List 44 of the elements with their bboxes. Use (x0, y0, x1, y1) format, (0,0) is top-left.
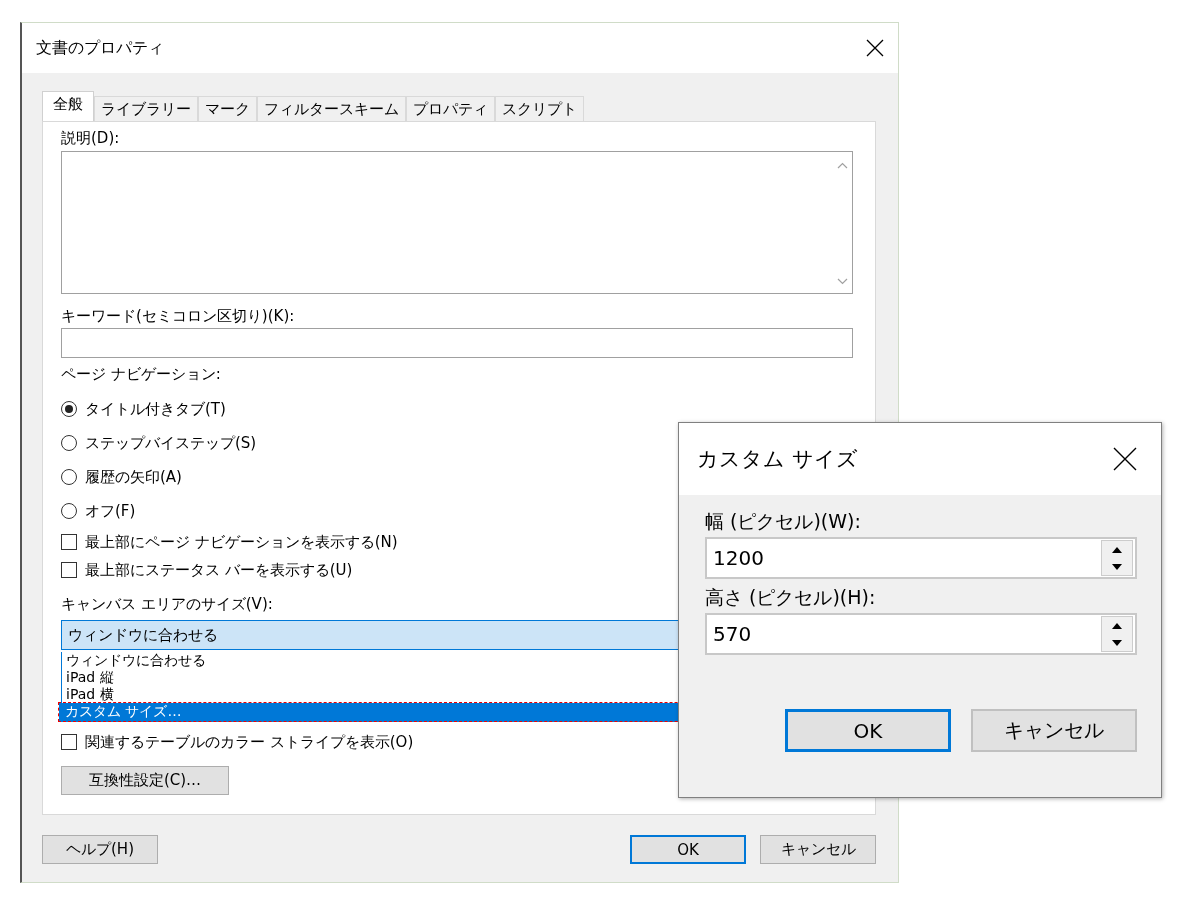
ok-button[interactable]: OK (785, 709, 951, 752)
checkbox[interactable] (61, 734, 77, 750)
checkbox[interactable] (61, 562, 77, 578)
option-label[interactable]: オフ(F) (85, 501, 136, 521)
number-field[interactable]: 1200 (705, 537, 1137, 579)
cancel-button[interactable]: キャンセル (971, 709, 1137, 752)
field-label: キャンバス エリアのサイズ(V): (61, 594, 273, 614)
close-icon[interactable] (1113, 447, 1137, 471)
radio-button[interactable] (61, 469, 77, 485)
option-label[interactable]: 最上部にステータス バーを表示する(U) (85, 560, 353, 580)
radio-button[interactable] (61, 435, 77, 451)
close-icon[interactable] (866, 39, 884, 57)
description-field[interactable] (61, 151, 853, 294)
radio-button[interactable] (61, 503, 77, 519)
radio-button[interactable] (61, 401, 77, 417)
option-label[interactable]: 履歴の矢印(A) (85, 467, 182, 487)
tab[interactable]: フィルタースキーム (257, 96, 406, 121)
chevron-down-icon[interactable] (836, 278, 848, 285)
field-label: キーワード(セミコロン区切り)(K): (61, 306, 295, 326)
tab[interactable]: スクリプト (495, 96, 584, 121)
section-label: ページ ナビゲーション: (61, 364, 221, 384)
keywords-field[interactable] (61, 328, 853, 358)
window-title: 文書のプロパティ (36, 37, 164, 59)
option-label[interactable]: 関連するテーブルのカラー ストライプを表示(O) (85, 732, 414, 752)
tab[interactable]: マーク (198, 96, 257, 121)
compatibility-button[interactable]: 互換性設定(C)… (61, 766, 229, 795)
help-button[interactable]: ヘルプ(H) (42, 835, 158, 864)
field-label: 幅 (ピクセル)(W): (705, 509, 862, 534)
tab[interactable]: プロパティ (406, 96, 495, 121)
cancel-button[interactable]: キャンセル (760, 835, 876, 864)
tab[interactable]: ライブラリー (94, 96, 198, 121)
spin-buttons[interactable] (1101, 616, 1133, 652)
dialog-title: カスタム サイズ (697, 446, 858, 473)
option-label[interactable]: タイトル付きタブ(T) (85, 399, 226, 419)
ok-button[interactable]: OK (630, 835, 746, 864)
tab[interactable]: 全般 (42, 91, 94, 121)
option-label[interactable]: ステップバイステップ(S) (85, 433, 257, 453)
field-label: 高さ (ピクセル)(H): (705, 585, 877, 610)
chevron-up-icon[interactable] (836, 162, 848, 169)
option-label[interactable]: 最上部にページ ナビゲーションを表示する(N) (85, 532, 398, 552)
number-field[interactable]: 570 (705, 613, 1137, 655)
checkbox[interactable] (61, 534, 77, 550)
spin-buttons[interactable] (1101, 540, 1133, 576)
field-label: 説明(D): (61, 128, 120, 148)
